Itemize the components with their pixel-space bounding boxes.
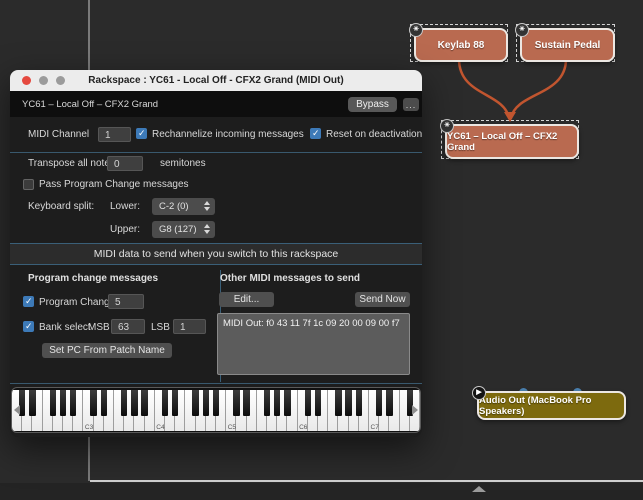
- black-key[interactable]: [213, 390, 219, 416]
- black-key[interactable]: [284, 390, 290, 416]
- more-options-button[interactable]: ...: [403, 98, 419, 111]
- black-key[interactable]: [243, 390, 249, 416]
- msb-label: MSB: [88, 322, 110, 333]
- black-key[interactable]: [162, 390, 168, 416]
- octave-label: C6: [299, 424, 307, 431]
- bank-select-checkbox[interactable]: [23, 321, 34, 332]
- midi-wire-sustain[interactable]: [511, 59, 566, 118]
- black-key[interactable]: [192, 390, 198, 416]
- midi-channel-label: MIDI Channel: [28, 129, 89, 140]
- block-sustain-pedal[interactable]: ✳ Sustain Pedal: [520, 28, 615, 62]
- program-change-panel-title: Program change messages: [28, 273, 158, 284]
- black-key[interactable]: [121, 390, 127, 416]
- block-label: Sustain Pedal: [535, 40, 601, 51]
- dialog-titlebar[interactable]: Rackspace : YC61 - Local Off - CFX2 Gran…: [10, 70, 422, 91]
- gear-badge-icon[interactable]: ✳: [409, 23, 423, 37]
- octave-label: C4: [156, 424, 164, 431]
- black-key[interactable]: [305, 390, 311, 416]
- play-badge-icon[interactable]: ▶: [472, 386, 486, 400]
- midi-channel-input[interactable]: 1: [98, 127, 131, 142]
- plugin-header: YC61 – Local Off – CFX2 Grand Bypass ...: [10, 91, 422, 117]
- msb-input[interactable]: 63: [111, 319, 145, 334]
- transpose-input[interactable]: 0: [107, 156, 143, 171]
- rechannelize-checkbox[interactable]: [136, 128, 147, 139]
- octave-label: C5: [228, 424, 236, 431]
- black-key[interactable]: [356, 390, 362, 416]
- block-keylab-88[interactable]: ✳ Keylab 88: [414, 28, 508, 62]
- block-label: YC61 – Local Off – CFX2 Grand: [447, 131, 577, 153]
- bank-select-label: Bank select: [39, 322, 91, 333]
- lower-split-value: C-2 (0): [159, 201, 189, 212]
- scroll-left-arrow-icon[interactable]: [14, 405, 20, 415]
- block-label: Keylab 88: [438, 40, 485, 51]
- send-section-header: MIDI data to send when you switch to thi…: [10, 243, 422, 265]
- gear-badge-icon[interactable]: ✳: [515, 23, 529, 37]
- program-change-label: Program Change: [39, 297, 115, 308]
- black-key[interactable]: [70, 390, 76, 416]
- dialog-title: Rackspace : YC61 - Local Off - CFX2 Gran…: [10, 75, 422, 86]
- rackspace-name-label: YC61 – Local Off – CFX2 Grand: [22, 99, 158, 110]
- lsb-label: LSB: [151, 322, 170, 333]
- octave-label: C3: [85, 424, 93, 431]
- upper-split-dropdown[interactable]: G8 (127): [152, 221, 215, 238]
- black-key[interactable]: [233, 390, 239, 416]
- black-key[interactable]: [315, 390, 321, 416]
- row-separator: [10, 383, 422, 384]
- stepper-icon: [204, 224, 210, 234]
- pass-program-change-checkbox[interactable]: [23, 179, 34, 190]
- lower-split-dropdown[interactable]: C-2 (0): [152, 198, 215, 215]
- black-key[interactable]: [345, 390, 351, 416]
- scroll-right-arrow-icon[interactable]: [412, 405, 418, 415]
- lsb-input[interactable]: 1: [173, 319, 206, 334]
- octave-label: C7: [371, 424, 379, 431]
- black-key[interactable]: [264, 390, 270, 416]
- black-key[interactable]: [29, 390, 35, 416]
- black-key[interactable]: [386, 390, 392, 416]
- reset-deactivation-checkbox[interactable]: [310, 128, 321, 139]
- black-key[interactable]: [90, 390, 96, 416]
- reset-deactivation-label: Reset on deactivation: [326, 129, 422, 140]
- block-audio-out[interactable]: ▶ Audio Out (MacBook Pro Speakers): [477, 391, 626, 420]
- black-key[interactable]: [131, 390, 137, 416]
- row-separator: [10, 152, 422, 153]
- midi-wire-keylab[interactable]: [459, 59, 509, 118]
- rechannelize-label: Rechannelize incoming messages: [152, 129, 304, 140]
- edit-button[interactable]: Edit...: [219, 292, 274, 307]
- pass-program-change-label: Pass Program Change messages: [39, 179, 189, 190]
- upper-split-value: G8 (127): [159, 224, 197, 235]
- black-key[interactable]: [376, 390, 382, 416]
- black-key[interactable]: [50, 390, 56, 416]
- block-selection-yc61: ✳ YC61 – Local Off – CFX2 Grand: [441, 120, 579, 159]
- black-key[interactable]: [203, 390, 209, 416]
- piano-keyboard[interactable]: C3 C4 C5 C6 C7: [11, 387, 421, 433]
- bypass-button[interactable]: Bypass: [348, 97, 397, 112]
- keyboard-split-label: Keyboard split:: [28, 201, 94, 212]
- set-pc-from-patch-button[interactable]: Set PC From Patch Name: [42, 343, 172, 358]
- black-key[interactable]: [172, 390, 178, 416]
- black-key[interactable]: [141, 390, 147, 416]
- block-selection-sustain: ✳ Sustain Pedal: [516, 24, 615, 62]
- rackspace-midi-dialog: Rackspace : YC61 - Local Off - CFX2 Gran…: [10, 70, 422, 437]
- block-selection-keylab: ✳ Keylab 88: [410, 24, 508, 62]
- program-change-input[interactable]: 5: [108, 294, 144, 309]
- gear-badge-icon[interactable]: ✳: [440, 119, 454, 133]
- other-midi-panel-title: Other MIDI messages to send: [220, 273, 360, 284]
- upper-label: Upper:: [110, 224, 140, 235]
- black-key[interactable]: [60, 390, 66, 416]
- send-now-button[interactable]: Send Now: [355, 292, 410, 307]
- stepper-icon: [204, 201, 210, 211]
- other-midi-messages-box[interactable]: MIDI Out: f0 43 11 7f 1c 09 20 00 09 00 …: [217, 313, 410, 375]
- block-yc61-midi-out[interactable]: ✳ YC61 – Local Off – CFX2 Grand: [445, 124, 579, 159]
- black-key[interactable]: [274, 390, 280, 416]
- semitones-label: semitones: [160, 158, 206, 169]
- black-key[interactable]: [335, 390, 341, 416]
- block-label: Audio Out (MacBook Pro Speakers): [479, 395, 624, 417]
- lower-label: Lower:: [110, 201, 140, 212]
- black-key[interactable]: [101, 390, 107, 416]
- program-change-checkbox[interactable]: [23, 296, 34, 307]
